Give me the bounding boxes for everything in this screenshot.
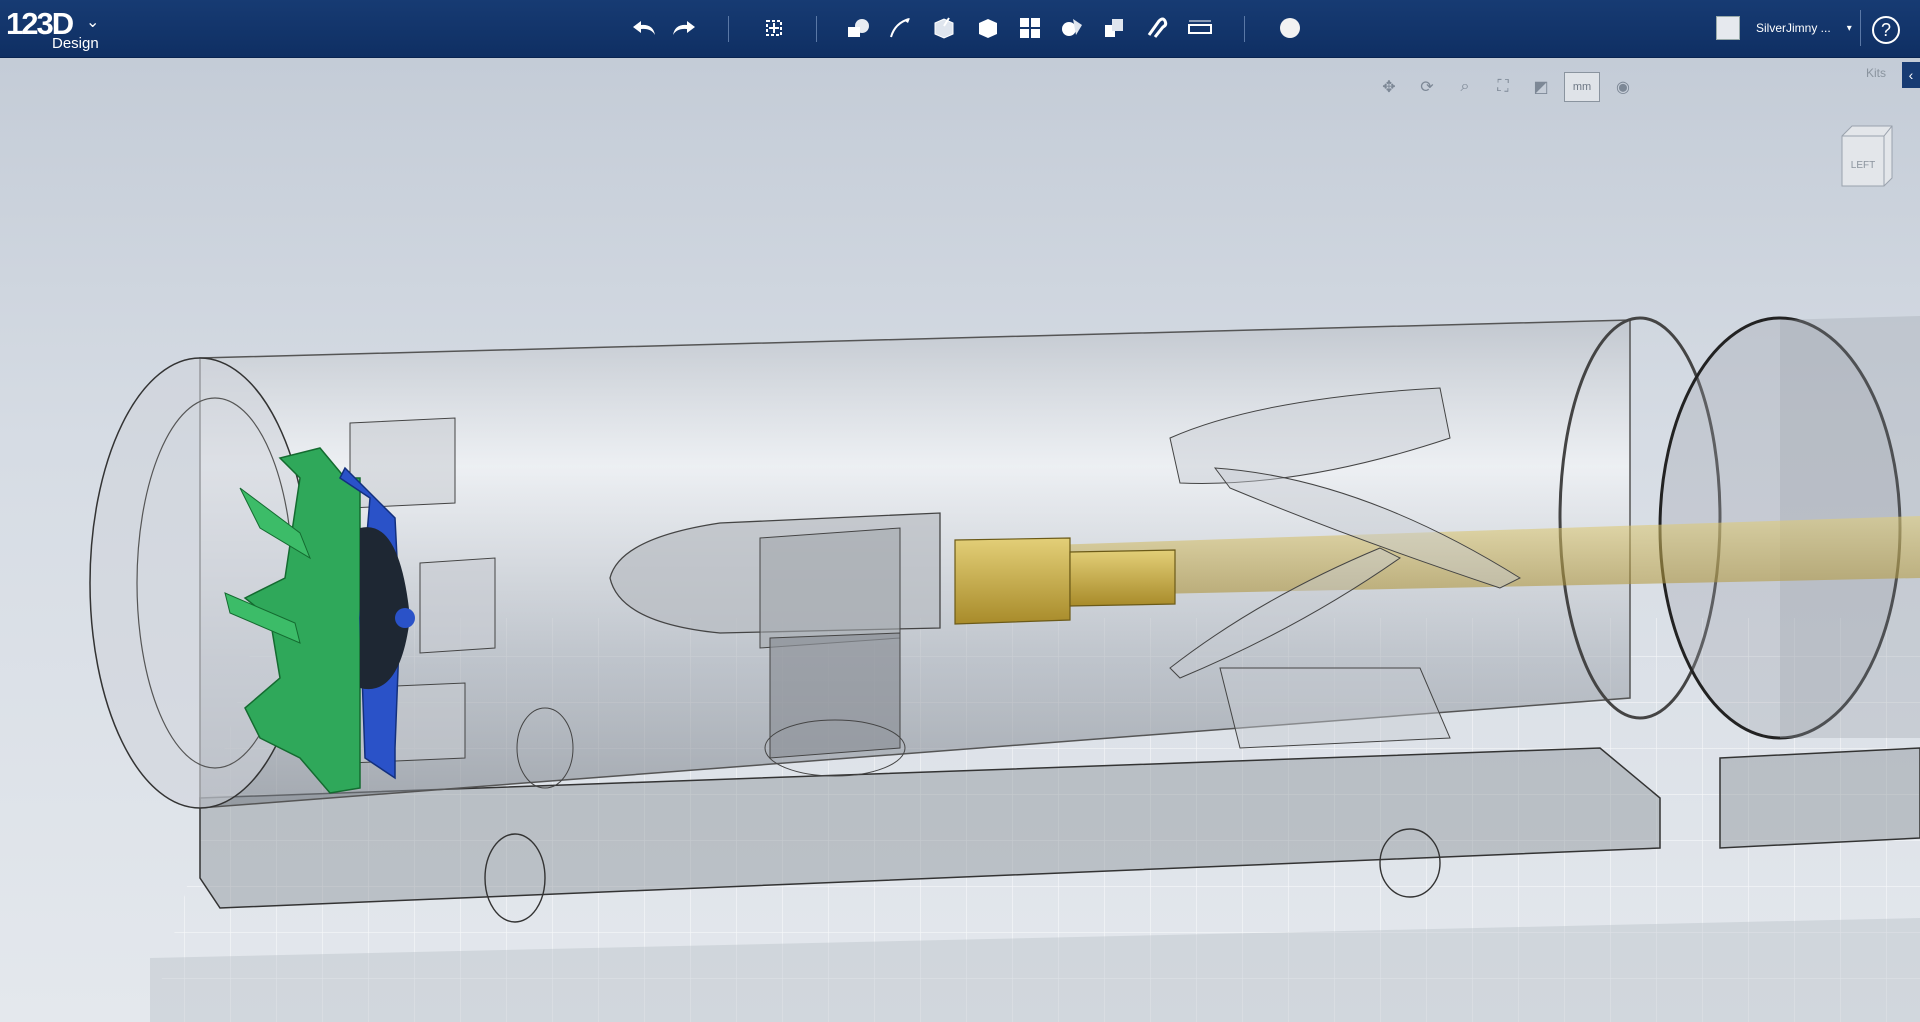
toolbar-separator	[1860, 10, 1861, 46]
base-rail-2	[1719, 747, 1920, 849]
brass-coupler	[954, 537, 1071, 625]
toolbar-separator	[1244, 16, 1245, 42]
transform-button[interactable]	[756, 10, 792, 46]
app-logo[interactable]: 123D Design ⌄	[6, 6, 116, 52]
user-menu[interactable]: SilverJimny ... ▾	[1716, 16, 1852, 40]
modify-icon	[979, 19, 997, 38]
primitives-button[interactable]	[840, 10, 876, 46]
construct-icon	[934, 17, 954, 39]
zoom-icon[interactable]: ⌕	[1450, 74, 1480, 100]
t-connector	[759, 527, 901, 649]
snap-button[interactable]	[1138, 10, 1174, 46]
help-label: ?	[1880, 20, 1891, 40]
orbit-icon[interactable]: ⟳	[1412, 74, 1442, 100]
measure-icon	[1188, 20, 1212, 34]
transform-icon	[766, 20, 782, 36]
combine-button[interactable]	[1096, 10, 1132, 46]
3d-viewport[interactable]: ✥ ⟳ ⌕ ⛶ ◩ mm ◉ Kits ‹ LEFT	[0, 58, 1920, 1022]
primitives-icon	[848, 19, 869, 37]
top-toolbar: 123D Design ⌄ SilverJimny ... ▾ ?	[0, 0, 1920, 58]
material-icon	[1280, 18, 1300, 38]
toolbar-separator	[816, 16, 817, 42]
view-navigation-bar: ✥ ⟳ ⌕ ⛶ ◩ mm ◉	[1374, 72, 1638, 102]
material-button[interactable]	[1272, 10, 1308, 46]
grouping-button[interactable]	[1054, 10, 1090, 46]
logo-subtitle: Design	[52, 35, 99, 52]
t-connector-stem	[769, 632, 901, 759]
help-button[interactable]: ?	[1872, 16, 1900, 44]
redo-button[interactable]	[666, 10, 702, 46]
pattern-button[interactable]	[1012, 10, 1048, 46]
undo-button[interactable]	[626, 10, 662, 46]
view-cube[interactable]: LEFT	[1838, 122, 1894, 188]
pattern-icon	[1020, 18, 1040, 38]
fit-icon[interactable]: ⛶	[1488, 74, 1518, 100]
redo-icon	[673, 21, 695, 35]
pan-icon[interactable]: ✥	[1374, 74, 1404, 100]
sketch-icon	[890, 18, 910, 38]
view-cube-face-label: LEFT	[1851, 160, 1875, 171]
grouping-icon	[1062, 19, 1082, 36]
kits-label[interactable]: Kits	[1866, 66, 1886, 80]
brass-nut	[1069, 549, 1176, 607]
hub-screw	[395, 608, 415, 628]
units-toggle[interactable]: mm	[1564, 72, 1600, 102]
combine-icon	[1105, 19, 1123, 37]
chevron-down-icon[interactable]: ⌄	[86, 12, 99, 32]
measure-button[interactable]	[1182, 10, 1218, 46]
sketch-button[interactable]	[882, 10, 918, 46]
construct-button[interactable]	[926, 10, 962, 46]
avatar	[1716, 16, 1740, 40]
kits-panel-toggle[interactable]: ‹	[1902, 62, 1920, 88]
snap-icon	[1147, 17, 1168, 38]
visibility-eye-icon[interactable]: ◉	[1608, 74, 1638, 100]
toolbar-separator	[728, 16, 729, 42]
chevron-down-icon[interactable]: ▾	[1847, 23, 1852, 34]
undo-icon	[633, 21, 655, 35]
view-style-icon[interactable]: ◩	[1526, 74, 1556, 100]
modify-button[interactable]	[970, 10, 1006, 46]
scene-canvas[interactable]	[0, 58, 1920, 1022]
fin	[1219, 667, 1451, 749]
user-name: SilverJimny ...	[1756, 21, 1831, 35]
nut-block	[419, 557, 496, 654]
